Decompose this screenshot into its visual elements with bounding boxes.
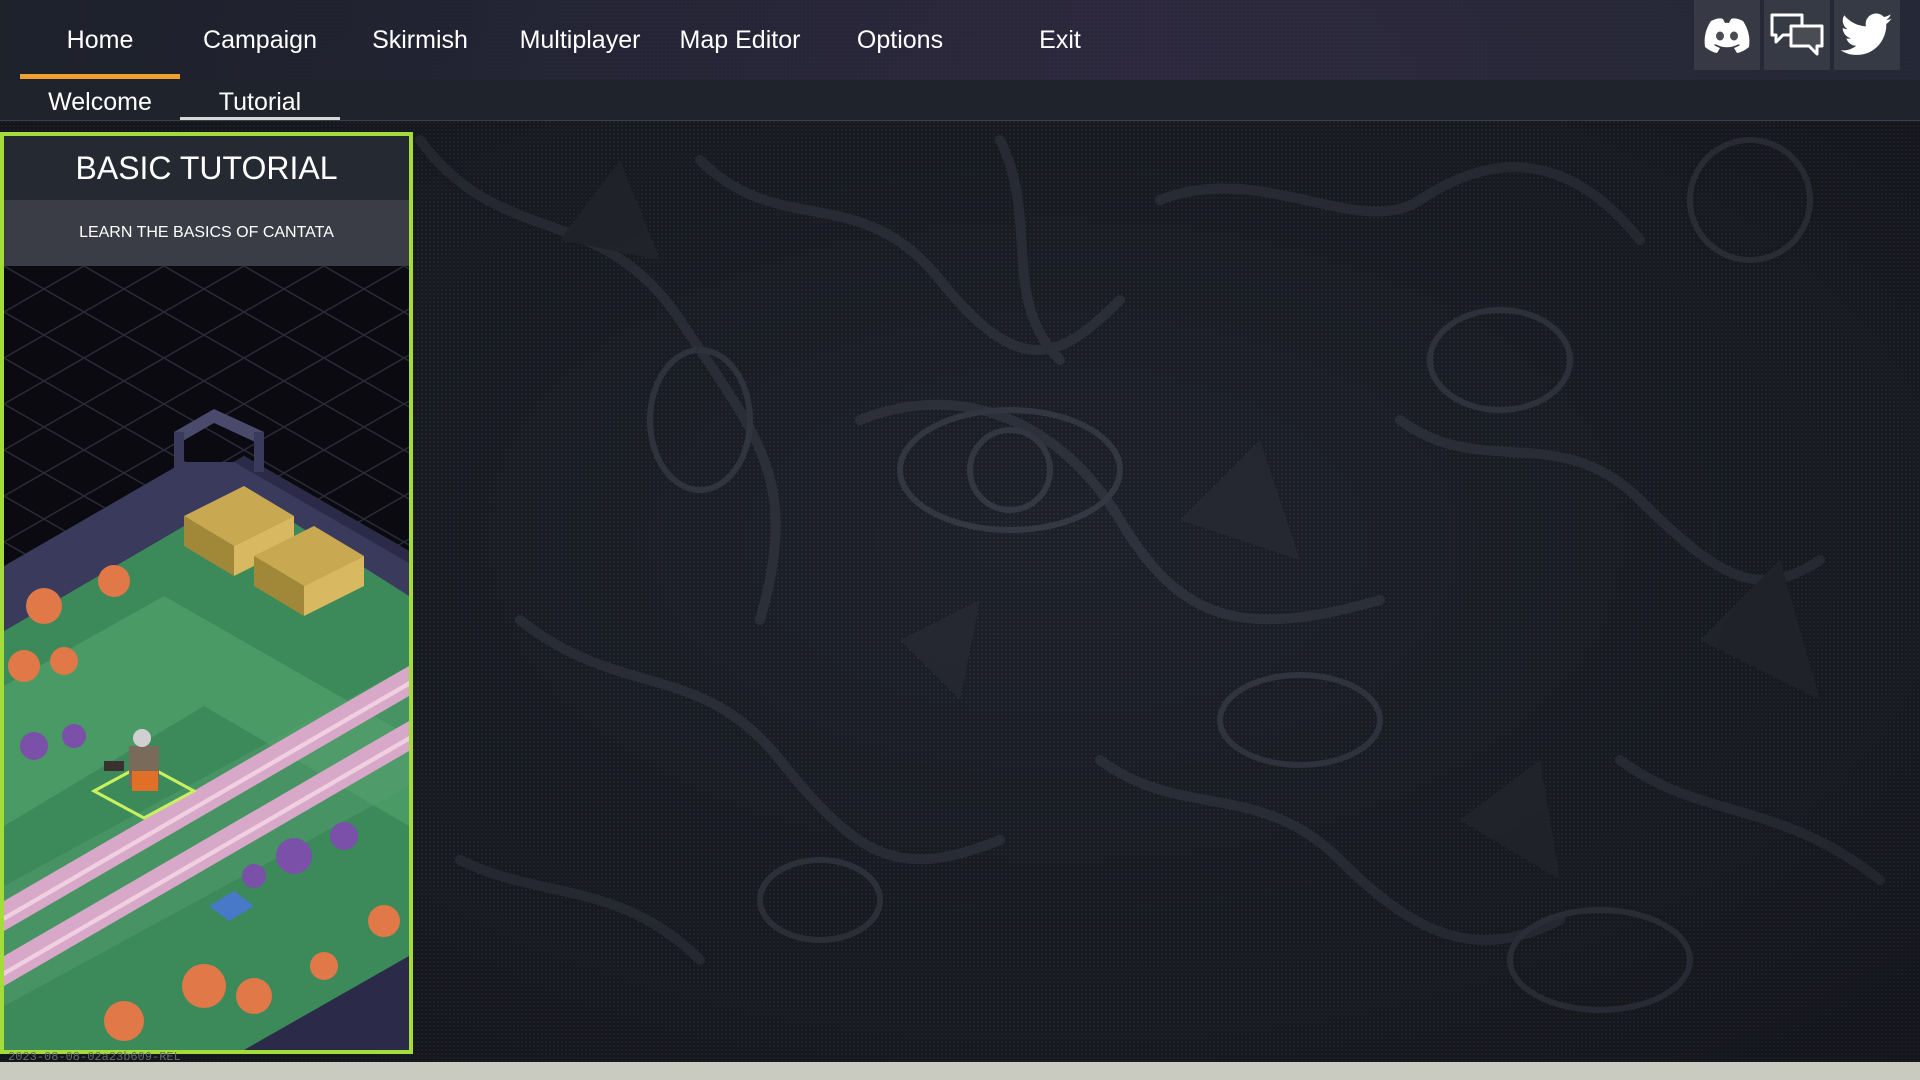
- tutorial-preview-image: [4, 266, 409, 1050]
- nav-tab-map-editor[interactable]: Map Editor: [660, 0, 820, 80]
- forum-chat-icon: [1770, 13, 1824, 56]
- twitter-button[interactable]: [1834, 0, 1900, 70]
- nav-tab-exit[interactable]: Exit: [980, 0, 1140, 80]
- main-nav-bar: Home Campaign Skirmish Multiplayer Map E…: [0, 0, 1920, 80]
- version-label: 2023-08-08-02a23b609-REL: [8, 1050, 181, 1064]
- sub-tab-welcome[interactable]: Welcome: [20, 80, 180, 120]
- twitter-icon: [1841, 13, 1893, 55]
- discord-icon: [1704, 18, 1750, 53]
- card-subtitle: LEARN THE BASICS OF CANTATA: [4, 200, 409, 266]
- bottom-status-bar: [0, 1062, 1920, 1080]
- sub-tab-tutorial[interactable]: Tutorial: [180, 80, 340, 120]
- main-menu-screen: Home Campaign Skirmish Multiplayer Map E…: [0, 0, 1920, 1080]
- card-title: BASIC TUTORIAL: [4, 136, 409, 200]
- nav-tab-options[interactable]: Options: [820, 0, 980, 80]
- discord-button[interactable]: [1694, 0, 1760, 70]
- sub-nav-bar: Welcome Tutorial: [0, 80, 1920, 121]
- active-tab-indicator: [20, 74, 180, 79]
- forum-button[interactable]: [1764, 0, 1830, 70]
- nav-tab-skirmish[interactable]: Skirmish: [340, 0, 500, 80]
- nav-tab-multiplayer[interactable]: Multiplayer: [500, 0, 660, 80]
- active-subtab-indicator: [180, 117, 340, 120]
- basic-tutorial-card[interactable]: BASIC TUTORIAL LEARN THE BASICS OF CANTA…: [0, 132, 413, 1054]
- nav-tab-campaign[interactable]: Campaign: [180, 0, 340, 80]
- nav-tab-home[interactable]: Home: [20, 0, 180, 80]
